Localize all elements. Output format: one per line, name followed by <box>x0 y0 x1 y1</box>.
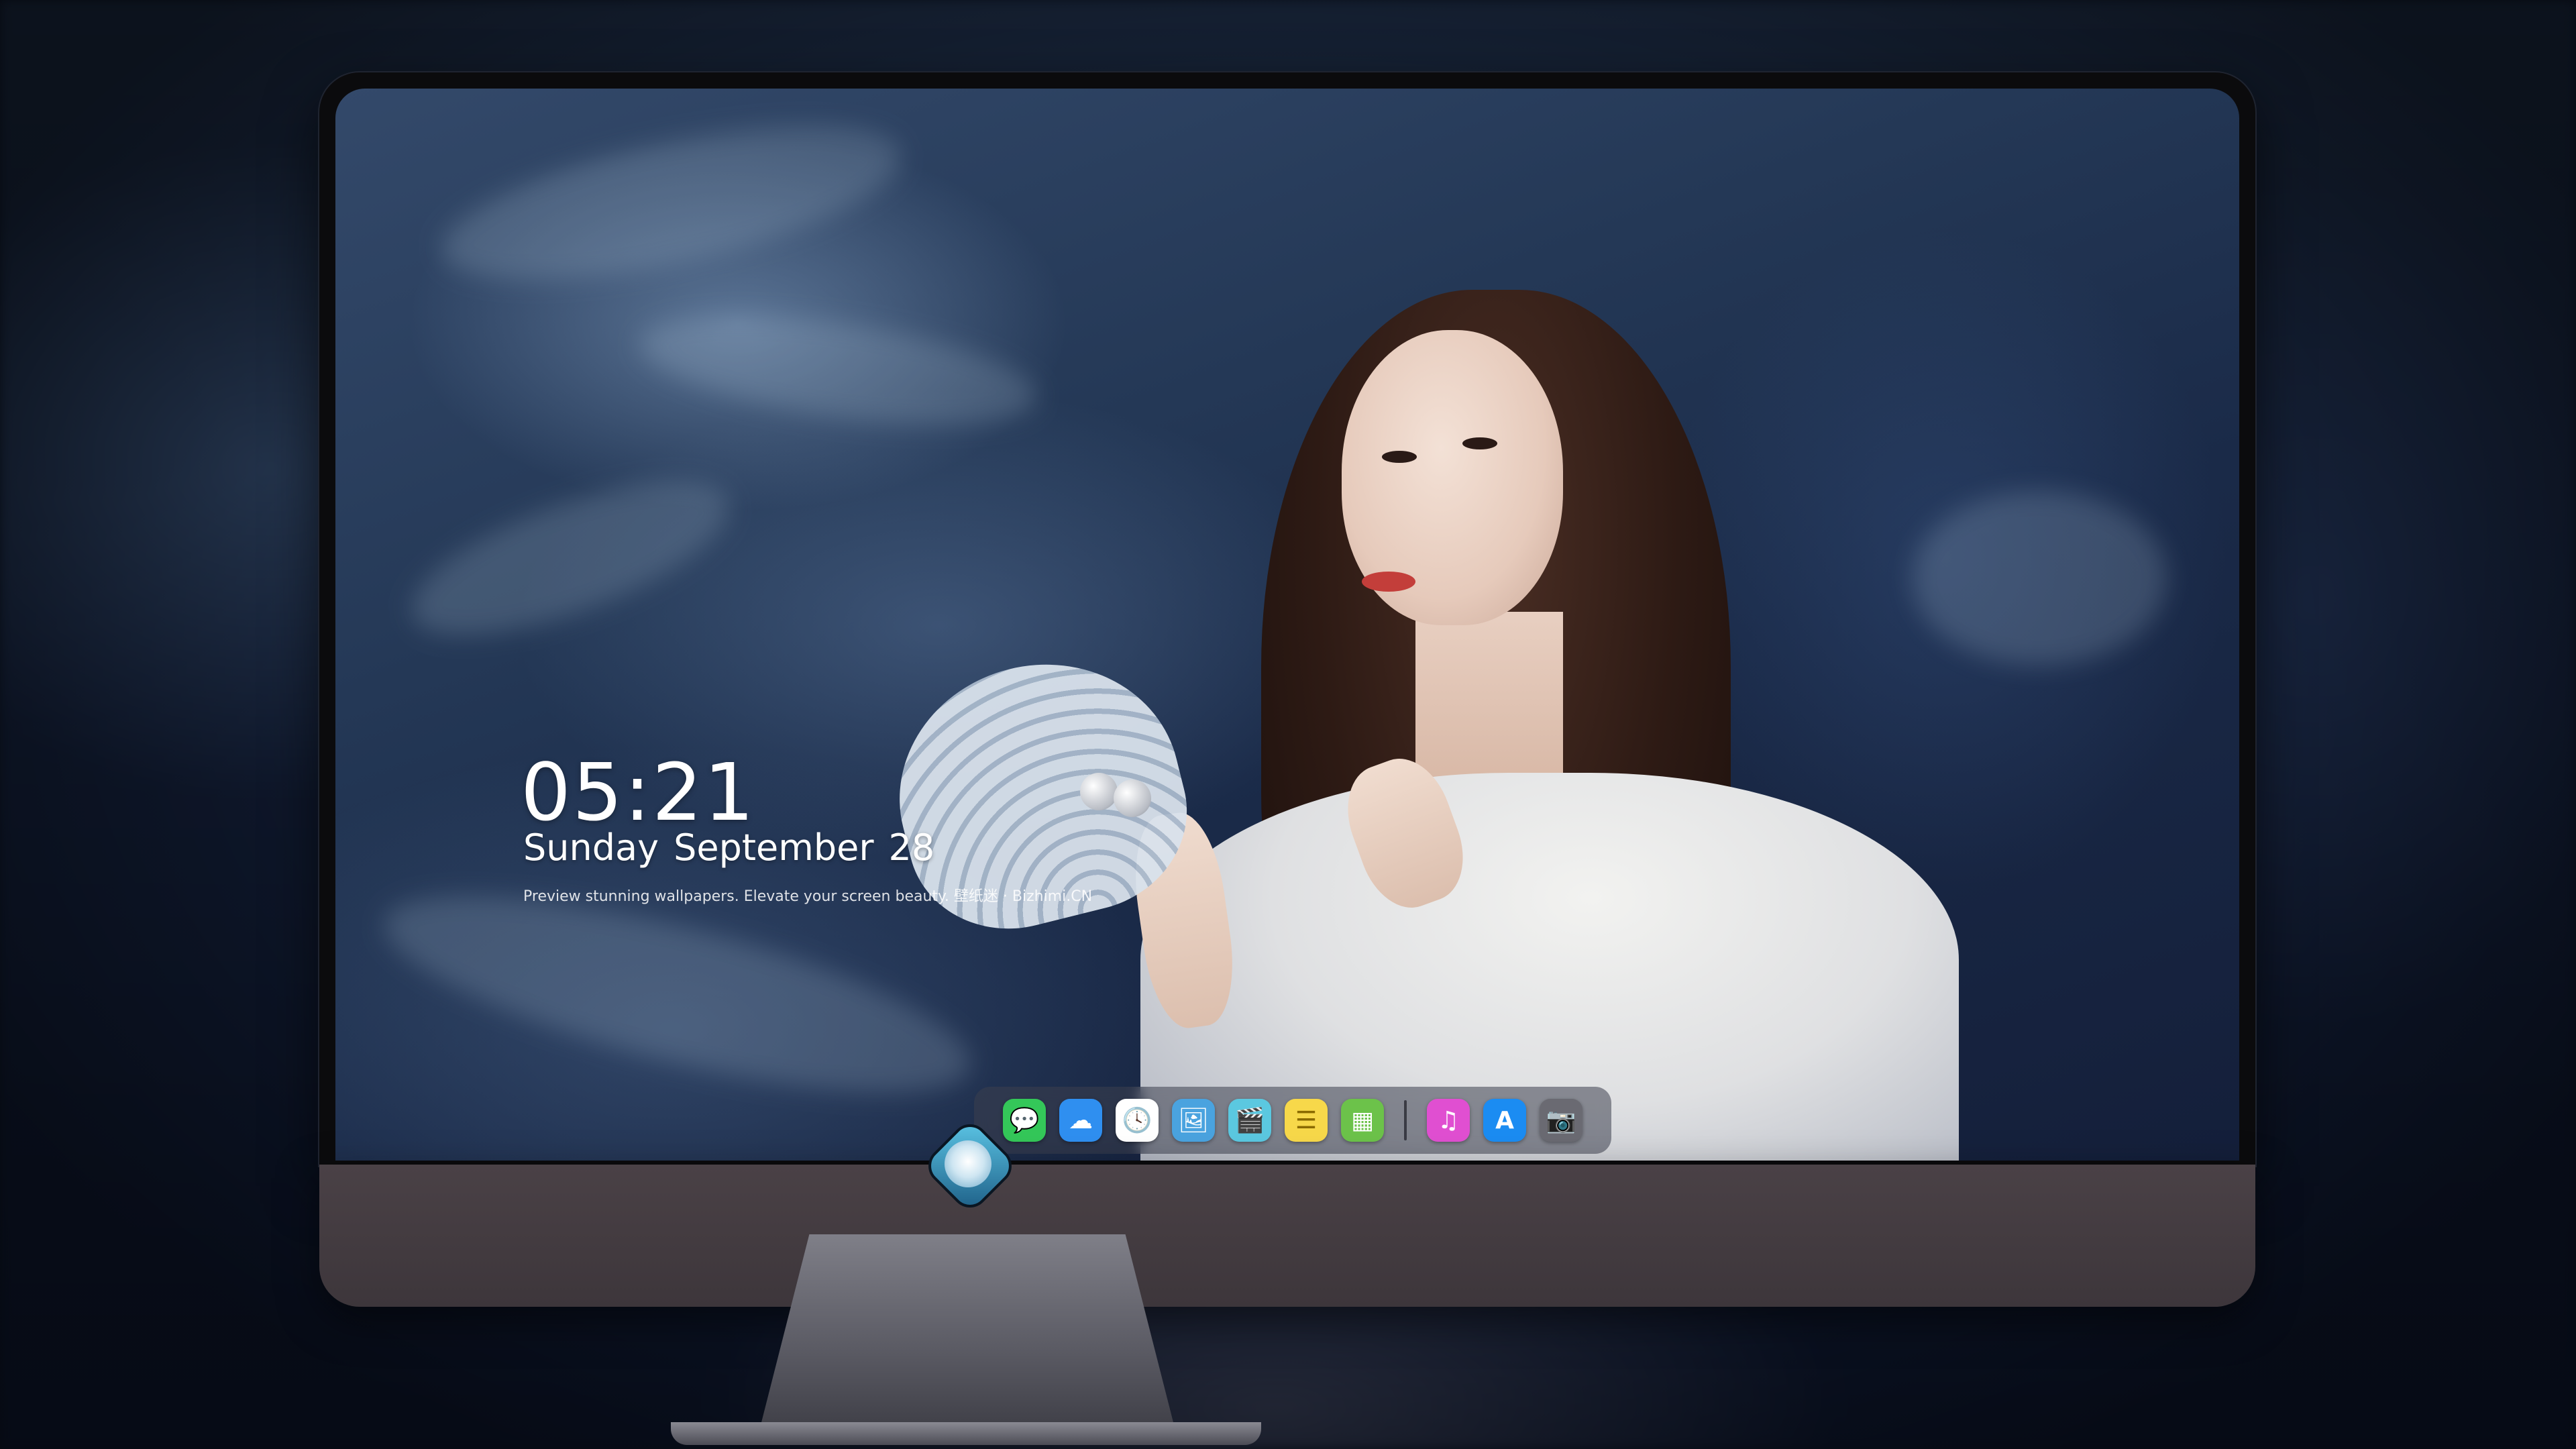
dragon-mascot-face-icon <box>945 1140 991 1187</box>
lock-screen[interactable]: 05:21 Sunday September 28 Preview stunning… <box>335 89 2239 1161</box>
clapper-icon[interactable]: 🎬 <box>1228 1099 1271 1142</box>
wallpaper-light-streak <box>633 295 1044 445</box>
notes-icon[interactable]: ☰ <box>1285 1099 1328 1142</box>
date-weekday: Sunday <box>523 826 659 869</box>
wallpaper-figure-eye <box>1382 451 1417 463</box>
weather-icon[interactable]: ☁ <box>1059 1099 1102 1142</box>
photo-booth-icon[interactable]: ▦ <box>1341 1099 1384 1142</box>
wallpaper-figure-eye <box>1462 437 1497 449</box>
dock: 💬 ☁ 🕓 🖼 🎬 ☰ ▦ ♫ A 📷 <box>974 1087 1611 1154</box>
dock-separator <box>1404 1100 1407 1140</box>
lockscreen-caption: Preview stunning wallpapers. Elevate you… <box>523 888 1093 905</box>
monitor-stand <box>759 1234 1175 1430</box>
monitor-bezel: 05:21 Sunday September 28 Preview stunning… <box>319 72 2255 1166</box>
wallpaper-light-streak <box>428 95 914 311</box>
lockscreen-date: Sunday September 28 <box>523 826 949 869</box>
wallpaper-light-streak <box>394 450 747 666</box>
app-store-icon[interactable]: A <box>1483 1099 1526 1142</box>
imac-monitor: 05:21 Sunday September 28 Preview stunning… <box>319 72 2255 1307</box>
date-day: 28 <box>888 826 935 869</box>
preview-icon[interactable]: 🖼 <box>1172 1099 1215 1142</box>
music-icon[interactable]: ♫ <box>1427 1099 1470 1142</box>
monitor-chin <box>319 1165 2255 1307</box>
lockscreen-clock: 05:21 <box>521 746 756 839</box>
messages-icon[interactable]: 💬 <box>1003 1099 1046 1142</box>
clock-icon[interactable]: 🕓 <box>1116 1099 1159 1142</box>
monitor-stand-base <box>671 1422 1261 1445</box>
camera-icon[interactable]: 📷 <box>1540 1099 1582 1142</box>
wallpaper-pearl <box>1114 780 1151 817</box>
wallpaper-light-streak <box>1912 491 2167 665</box>
date-month: September <box>674 826 874 869</box>
wallpaper-figure-lips <box>1362 572 1415 592</box>
wallpaper-figure-neck <box>1415 612 1563 786</box>
wallpaper-pearl <box>1080 773 1118 810</box>
